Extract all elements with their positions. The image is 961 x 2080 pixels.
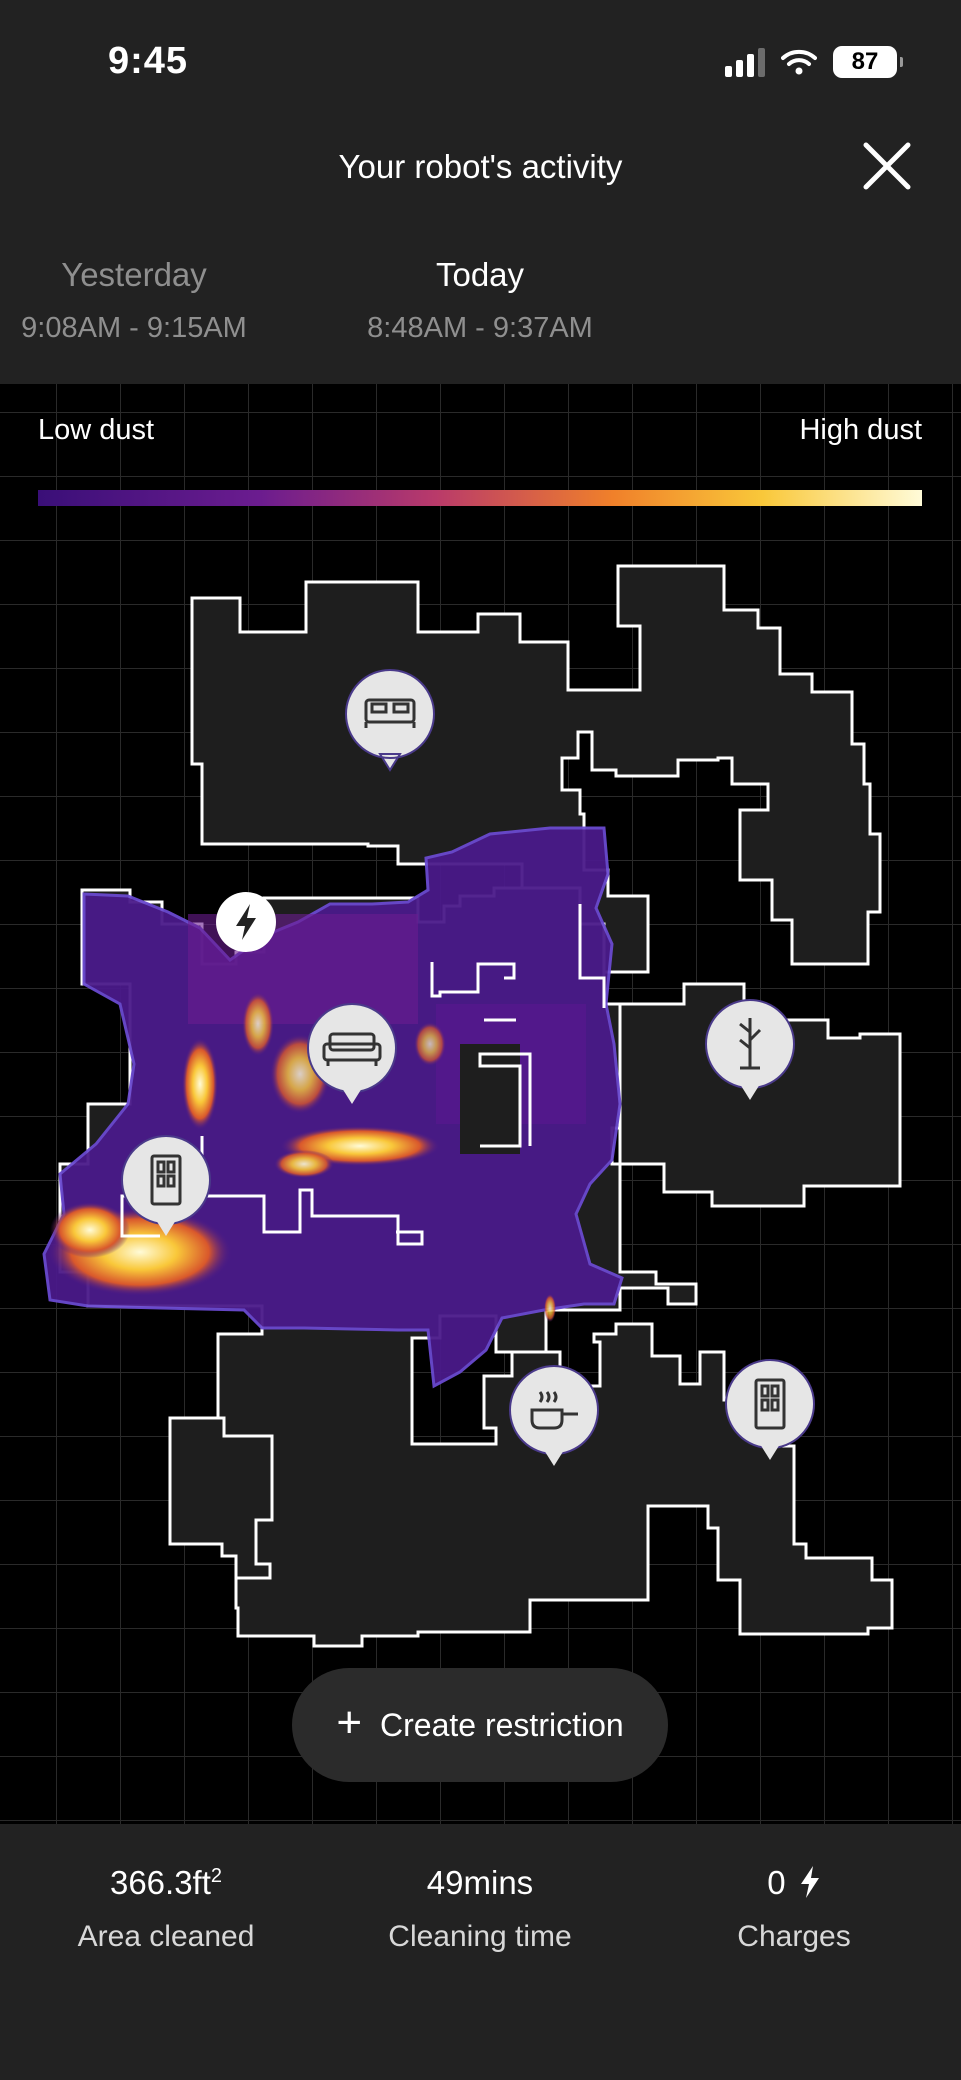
tab-yesterday-range: 9:08AM - 9:15AM xyxy=(21,312,247,344)
dust-high-label: High dust xyxy=(799,414,922,446)
cleaning-stats: 366.3ft2 Area cleaned 49mins Cleaning ti… xyxy=(0,1824,961,2080)
signal-icon xyxy=(725,47,765,77)
charges-caption: Charges xyxy=(737,1920,851,1953)
plus-icon: + xyxy=(336,1698,363,1747)
wifi-icon xyxy=(781,49,817,75)
battery-icon: 87 xyxy=(833,46,903,78)
charges-value-row: 0 xyxy=(644,1864,944,1902)
stat-time: 49mins Cleaning time xyxy=(330,1864,630,1954)
cleaning-map[interactable]: Low dust High dust + Create restriction xyxy=(0,384,961,1824)
close-icon xyxy=(863,142,911,190)
area-unit-sup: 2 xyxy=(210,1865,223,1887)
status-time: 9:45 xyxy=(108,40,189,82)
tab-today[interactable]: Today 8:48AM - 9:37AM xyxy=(330,256,630,345)
time-value: 49mins xyxy=(426,1864,534,1901)
lightning-icon xyxy=(800,1866,819,1898)
time-caption: Cleaning time xyxy=(388,1920,572,1953)
page-title: Your robot's activity xyxy=(338,148,623,185)
status-icons: 87 xyxy=(725,44,903,80)
area-value: 366.3ft xyxy=(109,1864,211,1901)
close-button[interactable] xyxy=(855,134,919,198)
tab-today-label: Today xyxy=(435,256,525,293)
battery-percent: 87 xyxy=(851,48,879,75)
activity-header: Your robot's activity Yesterday 9:08AM -… xyxy=(0,120,961,384)
stat-area: 366.3ft2 Area cleaned xyxy=(16,1864,316,1954)
charges-value: 0 xyxy=(767,1864,786,1901)
status-bar: 9:45 87 xyxy=(0,0,961,120)
stat-charges: 0 Charges xyxy=(644,1864,944,1954)
area-caption: Area cleaned xyxy=(77,1920,255,1953)
tab-yesterday-label: Yesterday xyxy=(61,256,207,293)
dust-gradient-bar xyxy=(38,490,922,506)
create-restriction-label: Create restriction xyxy=(380,1706,624,1743)
charging-dock-marker[interactable] xyxy=(216,892,276,952)
tab-today-range: 8:48AM - 9:37AM xyxy=(367,312,593,344)
create-restriction-button[interactable]: + Create restriction xyxy=(292,1668,668,1782)
area-value-row: 366.3ft2 xyxy=(16,1864,316,1902)
cleaned-region xyxy=(42,826,624,1389)
dust-low-label: Low dust xyxy=(38,414,155,446)
floor-map xyxy=(0,384,961,1824)
tab-yesterday[interactable]: Yesterday 9:08AM - 9:15AM xyxy=(0,256,284,345)
